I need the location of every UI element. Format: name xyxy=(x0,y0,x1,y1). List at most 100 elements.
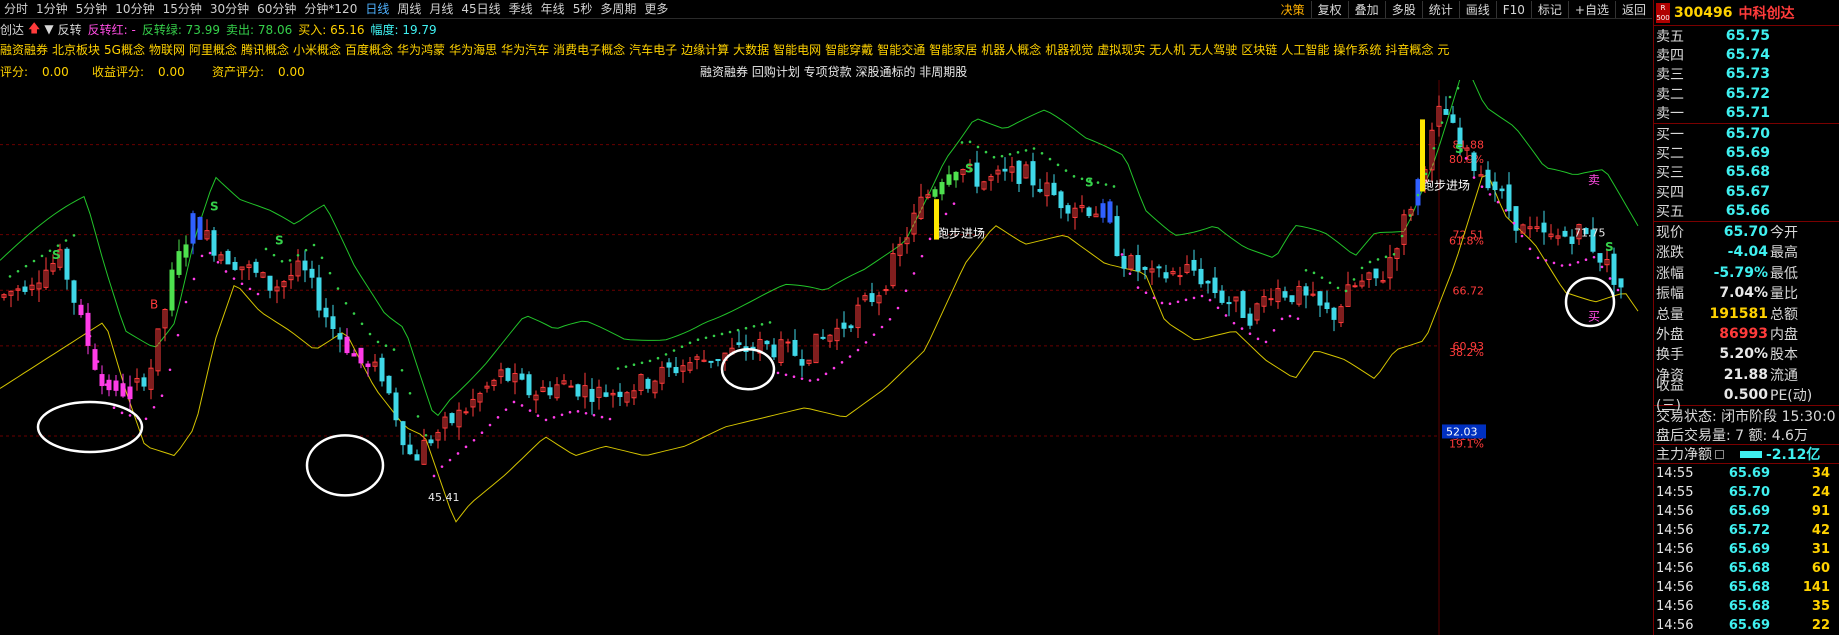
stat-value: -5.79% xyxy=(1713,264,1768,281)
stop-dot xyxy=(1048,157,1052,161)
period-tab[interactable]: 分时 xyxy=(0,0,32,18)
sector-tag[interactable]: 抖音概念 xyxy=(1385,41,1433,58)
stop-dot xyxy=(928,237,932,241)
period-tab[interactable]: 10分钟 xyxy=(111,0,158,18)
stop-dot xyxy=(200,254,204,258)
stop-dot xyxy=(1024,149,1028,152)
period-tab[interactable]: 分钟*120 xyxy=(300,0,361,18)
sector-tag[interactable]: 元 xyxy=(1437,41,1449,58)
ask-row[interactable]: 卖四 65.74 xyxy=(1654,45,1839,64)
sector-tag[interactable]: 阿里概念 xyxy=(189,41,237,58)
toolbar-button[interactable]: 标记 xyxy=(1530,0,1568,18)
tick-price: 65.69 xyxy=(1728,618,1770,634)
period-tab[interactable]: 周线 xyxy=(393,0,425,18)
flow-toggle-icon[interactable] xyxy=(1715,449,1724,459)
period-tab[interactable]: 季线 xyxy=(505,0,537,18)
sector-tag[interactable]: 消费电子概念 xyxy=(553,41,625,58)
bid-row[interactable]: 买三 65.68 xyxy=(1654,163,1839,182)
candle xyxy=(1121,248,1127,277)
sector-tag[interactable]: 无人机 xyxy=(1149,41,1185,58)
sector-tag[interactable]: 华为鸿蒙 xyxy=(397,41,445,58)
bid-row[interactable]: 买二 65.69 xyxy=(1654,143,1839,162)
stat-value: 65.70 xyxy=(1723,224,1768,241)
sector-tag[interactable]: 人工智能 xyxy=(1281,41,1329,58)
sector-tag[interactable]: 操作系统 xyxy=(1333,41,1381,58)
stop-dot xyxy=(1584,258,1588,262)
sector-tag[interactable]: 智能电网 xyxy=(773,41,821,58)
candle xyxy=(1450,106,1456,124)
kline-chart[interactable]: 81.8880.9%72.5161.8%66.7260.9338.2%51.56… xyxy=(0,80,1652,635)
stop-dot xyxy=(976,145,980,149)
sector-tag[interactable]: 腾讯概念 xyxy=(241,41,289,58)
candle xyxy=(1058,190,1064,219)
toolbar-button[interactable]: 复权 xyxy=(1310,0,1348,18)
toolbar-button[interactable]: 决策 xyxy=(1275,1,1311,19)
toolbar-button[interactable]: 返回 xyxy=(1614,0,1652,18)
ask-row[interactable]: 卖一 65.71 xyxy=(1654,104,1839,123)
tick-list[interactable]: 14:55 65.69 34 14:55 65.70 24 14:56 65.69 91 14:5… xyxy=(1654,464,1839,635)
candle xyxy=(386,375,392,396)
tick-time: 14:55 xyxy=(1656,485,1694,501)
sector-tag[interactable]: 机器视觉 xyxy=(1045,41,1093,58)
triangle-down-icon[interactable]: ▼ xyxy=(44,22,53,36)
period-tab[interactable]: 更多 xyxy=(640,0,672,18)
tick-time: 14:56 xyxy=(1656,599,1694,615)
toolbar-button[interactable]: +自选 xyxy=(1567,0,1615,18)
sector-tag[interactable]: 华为汽车 xyxy=(501,41,549,58)
sector-tag[interactable]: 大数据 xyxy=(733,41,769,58)
stock-name[interactable]: 中科创达 xyxy=(1738,3,1794,23)
toolbar-button[interactable]: 多股 xyxy=(1384,0,1422,18)
toolbar-button[interactable]: 叠加 xyxy=(1347,0,1385,18)
stop-dot xyxy=(696,338,700,342)
period-tab[interactable]: 日线 xyxy=(361,0,393,18)
sector-tag[interactable]: 智能交通 xyxy=(877,41,925,58)
stat-row: 总量 191581 总额 xyxy=(1654,303,1839,323)
sector-tag[interactable]: 智能家居 xyxy=(929,41,977,58)
period-tab[interactable]: 45日线 xyxy=(457,0,504,18)
sector-tag[interactable]: 虚拟现实 xyxy=(1097,41,1145,58)
period-tab[interactable]: 5秒 xyxy=(569,0,597,18)
period-tab[interactable]: 5分钟 xyxy=(72,0,112,18)
ask-row[interactable]: 卖五 65.75 xyxy=(1654,26,1839,45)
candle xyxy=(372,354,378,372)
sector-tag[interactable]: 北京板块 xyxy=(52,41,100,58)
sector-tag[interactable]: 区块链 xyxy=(1241,41,1277,58)
sector-tag[interactable]: 物联网 xyxy=(149,41,185,58)
sector-tag[interactable]: 融资融券 xyxy=(0,41,48,58)
period-tab[interactable]: 多周期 xyxy=(596,0,640,18)
sector-tag[interactable]: 汽车电子 xyxy=(629,41,677,58)
sector-tag[interactable]: 华为海思 xyxy=(449,41,497,58)
sector-tag[interactable]: 无人驾驶 xyxy=(1189,41,1237,58)
sector-tag[interactable]: 小米概念 xyxy=(293,41,341,58)
stop-dot xyxy=(296,253,300,257)
bid-row[interactable]: 买五 65.66 xyxy=(1654,202,1839,221)
toolbar-button[interactable]: F10 xyxy=(1495,0,1531,18)
indicator-name[interactable]: 创达 xyxy=(0,21,24,38)
candle xyxy=(491,378,497,391)
period-tab[interactable]: 30分钟 xyxy=(206,0,253,18)
period-tab[interactable]: 年线 xyxy=(537,0,569,18)
stop-dot xyxy=(1520,234,1524,238)
period-tab[interactable]: 1分钟 xyxy=(32,0,72,18)
stock-code[interactable]: 300496 xyxy=(1674,5,1732,21)
stop-dot xyxy=(872,333,876,336)
candle xyxy=(1555,228,1561,246)
bid-row[interactable]: 买四 65.67 xyxy=(1654,182,1839,201)
toolbar-button[interactable]: 统计 xyxy=(1421,0,1459,18)
candle xyxy=(337,327,343,353)
sector-tag[interactable]: 百度概念 xyxy=(345,41,393,58)
period-tab[interactable]: 15分钟 xyxy=(159,0,206,18)
sector-tag[interactable]: 智能穿戴 xyxy=(825,41,873,58)
sector-tag[interactable]: 机器人概念 xyxy=(981,41,1041,58)
bid-book: 买一 65.70 买二 65.69 买三 65.68 买四 65.67 买五 65.66 xyxy=(1654,122,1839,221)
period-tab[interactable]: 月线 xyxy=(425,0,457,18)
candle xyxy=(666,358,672,378)
period-tab[interactable]: 60分钟 xyxy=(253,0,300,18)
toolbar-button[interactable]: 画线 xyxy=(1458,0,1496,18)
ask-row[interactable]: 卖二 65.72 xyxy=(1654,84,1839,103)
bid-row[interactable]: 买一 65.70 xyxy=(1654,124,1839,143)
tick-price: 65.68 xyxy=(1728,580,1770,596)
ask-row[interactable]: 卖三 65.73 xyxy=(1654,65,1839,84)
sector-tag[interactable]: 5G概念 xyxy=(104,41,145,58)
sector-tag[interactable]: 边缘计算 xyxy=(681,41,729,58)
